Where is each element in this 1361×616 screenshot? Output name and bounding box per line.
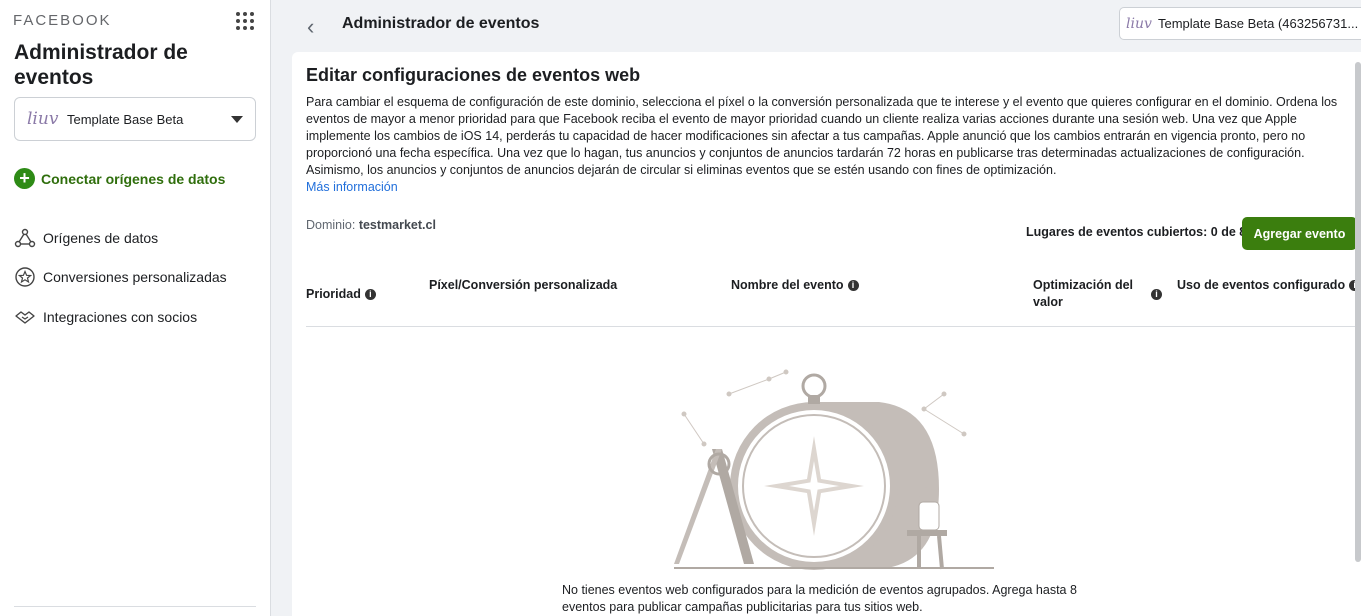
facebook-brand: FACEBOOK xyxy=(13,12,112,29)
top-header: ‹ Administrador de eventos liuv Template… xyxy=(271,0,1361,48)
sidebar-title: Administrador de eventos xyxy=(14,41,188,89)
info-icon[interactable]: i xyxy=(1151,288,1162,300)
sidebar-item-label: Conversiones personalizadas xyxy=(43,269,227,286)
more-info-link[interactable]: Más información xyxy=(306,180,398,194)
back-chevron-icon[interactable]: ‹ xyxy=(307,14,314,40)
column-header-event-usage[interactable]: Uso de eventos configurado i xyxy=(1177,277,1361,294)
domain-info: Dominio: testmarket.cl xyxy=(306,218,436,232)
account-logo: liuv xyxy=(1126,15,1152,32)
column-header-value-optimization[interactable]: Optimización del valor i xyxy=(1033,277,1165,311)
plus-circle-icon: + xyxy=(14,168,35,189)
description-text: Para cambiar el esquema de configuración… xyxy=(306,95,1338,177)
column-label: Píxel/Conversión personalizada xyxy=(429,278,618,292)
account-logo: liuv xyxy=(27,109,59,129)
empty-state-message: No tienes eventos web configurados para … xyxy=(562,583,1077,614)
sidebar-item-custom-conversions[interactable]: Conversiones personalizadas xyxy=(14,258,227,298)
data-sources-icon xyxy=(14,228,36,247)
connect-data-sources-button[interactable]: + Conectar orígenes de datos xyxy=(14,168,225,189)
sidebar-item-partner-integrations[interactable]: Integraciones con socios xyxy=(14,297,227,337)
column-header-pixel: Píxel/Conversión personalizada xyxy=(429,277,617,294)
covered-events-count: Lugares de eventos cubiertos: 0 de 8 xyxy=(1026,225,1247,239)
card-title: Editar configuraciones de eventos web xyxy=(306,65,641,85)
compass-illustration xyxy=(674,369,994,570)
domain-label: Dominio: xyxy=(306,218,356,232)
apps-grid-icon[interactable] xyxy=(236,12,254,30)
column-label: Prioridad xyxy=(306,287,361,301)
column-header-priority[interactable]: Prioridad i xyxy=(306,286,376,303)
star-badge-icon xyxy=(15,267,35,287)
account-selector[interactable]: liuv Template Base Beta xyxy=(14,97,256,141)
info-icon[interactable]: i xyxy=(364,289,376,300)
sidebar-item-data-sources[interactable]: Orígenes de datos xyxy=(14,218,227,258)
handshake-icon xyxy=(15,311,35,324)
column-label: Uso de eventos configurado xyxy=(1177,278,1346,292)
domain-value: testmarket.cl xyxy=(358,218,436,232)
sidebar: FACEBOOK Administrador de eventos liuv T… xyxy=(0,0,271,616)
info-icon[interactable]: i xyxy=(847,280,859,291)
table-header-divider xyxy=(306,326,1361,327)
connect-label: Conectar orígenes de datos xyxy=(41,170,226,187)
page-title: Administrador de eventos xyxy=(342,15,540,32)
scrollbar[interactable] xyxy=(1355,62,1361,562)
sidebar-item-label: Integraciones con socios xyxy=(43,308,198,325)
header-account-label: Template Base Beta (463256731... xyxy=(1158,16,1359,31)
account-name: Template Base Beta xyxy=(67,111,184,127)
sidebar-divider xyxy=(14,606,256,607)
column-label: Nombre del evento xyxy=(731,278,844,292)
column-label: Optimización del valor xyxy=(1033,278,1134,309)
web-events-config-card: Editar configuraciones de eventos web Pa… xyxy=(292,52,1361,616)
header-account-selector[interactable]: liuv Template Base Beta (463256731... xyxy=(1119,7,1361,40)
sidebar-nav: Orígenes de datos Conversiones personali… xyxy=(14,218,227,337)
caret-down-icon xyxy=(231,115,243,123)
sidebar-item-label: Orígenes de datos xyxy=(43,229,159,246)
add-event-button[interactable]: Agregar evento xyxy=(1242,217,1357,250)
column-header-event-name[interactable]: Nombre del evento i xyxy=(731,277,859,294)
